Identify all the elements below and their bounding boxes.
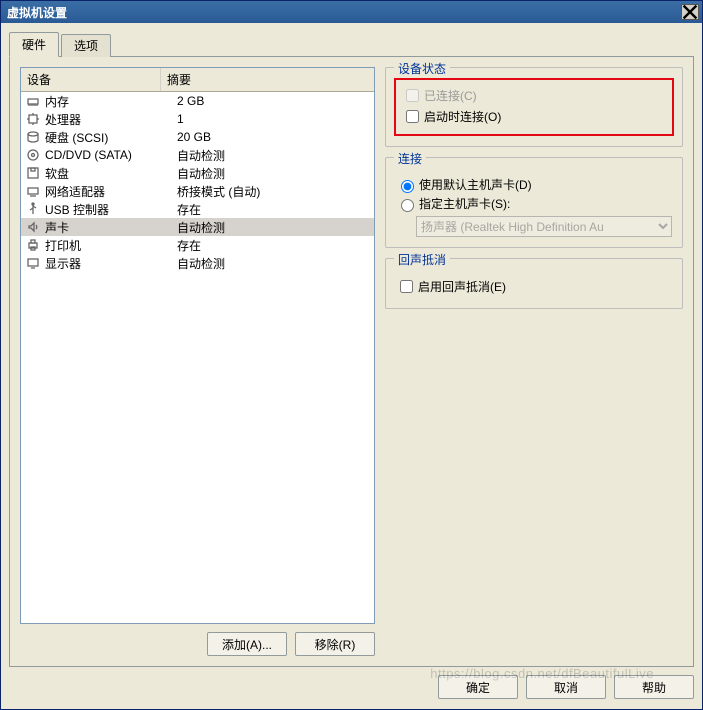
device-name: 显示器	[45, 255, 177, 272]
device-summary: 自动检测	[177, 165, 370, 182]
client-area: 硬件 选项 设备 摘要 内存2 GB处理器1硬盘 (SCSI)20 GBCD/D…	[1, 23, 702, 709]
device-summary: 自动检测	[177, 219, 370, 236]
label-enable-echo: 启用回声抵消(E)	[418, 278, 506, 295]
device-name: 声卡	[45, 219, 177, 236]
sound-card-select-row: 扬声器 (Realtek High Definition Au	[416, 216, 672, 237]
label-connect-at-power: 启动时连接(O)	[424, 108, 501, 125]
window-title: 虚拟机设置	[7, 4, 67, 21]
device-summary: 自动检测	[177, 255, 370, 272]
label-use-default: 使用默认主机声卡(D)	[419, 176, 532, 193]
display-icon	[25, 255, 41, 271]
group-title-connection: 连接	[394, 150, 426, 167]
help-button[interactable]: 帮助	[614, 675, 694, 699]
ok-button[interactable]: 确定	[438, 675, 518, 699]
device-summary: 存在	[177, 237, 370, 254]
footer: https://blog.csdn.net/dfBeautifulLive 确定…	[9, 667, 694, 699]
device-row-disk[interactable]: 硬盘 (SCSI)20 GB	[21, 128, 374, 146]
device-row-floppy[interactable]: 软盘自动检测	[21, 164, 374, 182]
right-column: 设备状态 已连接(C) 启动时连接(O) 连接	[385, 67, 683, 656]
remove-button[interactable]: 移除(R)	[295, 632, 375, 656]
cpu-icon	[25, 111, 41, 127]
device-row-net[interactable]: 网络适配器桥接模式 (自动)	[21, 182, 374, 200]
group-echo: 回声抵消 启用回声抵消(E)	[385, 258, 683, 309]
tab-strip: 硬件 选项	[9, 32, 694, 57]
group-title-echo: 回声抵消	[394, 251, 450, 268]
radio-specify[interactable]	[401, 199, 414, 212]
sound-card-select: 扬声器 (Realtek High Definition Au	[416, 216, 672, 237]
device-name: 网络适配器	[45, 183, 177, 200]
sound-icon	[25, 219, 41, 235]
device-summary: 自动检测	[177, 147, 370, 164]
device-row-usb[interactable]: USB 控制器存在	[21, 200, 374, 218]
device-list-body[interactable]: 内存2 GB处理器1硬盘 (SCSI)20 GBCD/DVD (SATA)自动检…	[21, 92, 374, 623]
radio-specify-row: 指定主机声卡(S):	[396, 195, 672, 212]
vm-settings-window: 虚拟机设置 硬件 选项 设备 摘要 内存2 GB处理器1硬盘 (SCSI)20 …	[0, 0, 703, 710]
net-icon	[25, 183, 41, 199]
device-name: 软盘	[45, 165, 177, 182]
label-specify: 指定主机声卡(S):	[419, 195, 510, 212]
device-list: 设备 摘要 内存2 GB处理器1硬盘 (SCSI)20 GBCD/DVD (SA…	[20, 67, 375, 624]
device-row-cpu[interactable]: 处理器1	[21, 110, 374, 128]
device-row-cd[interactable]: CD/DVD (SATA)自动检测	[21, 146, 374, 164]
group-device-status: 设备状态 已连接(C) 启动时连接(O)	[385, 67, 683, 147]
floppy-icon	[25, 165, 41, 181]
checkbox-connect-at-power-row: 启动时连接(O)	[402, 107, 666, 126]
header-summary: 摘要	[161, 68, 374, 91]
device-summary: 20 GB	[177, 130, 370, 144]
printer-icon	[25, 237, 41, 253]
panel: 设备 摘要 内存2 GB处理器1硬盘 (SCSI)20 GBCD/DVD (SA…	[9, 56, 694, 667]
checkbox-connected	[406, 89, 419, 102]
cancel-button[interactable]: 取消	[526, 675, 606, 699]
device-summary: 桥接模式 (自动)	[177, 183, 370, 200]
label-connected: 已连接(C)	[424, 87, 477, 104]
group-connection: 连接 使用默认主机声卡(D) 指定主机声卡(S): 扬声器 (Realtek H…	[385, 157, 683, 248]
device-row-memory[interactable]: 内存2 GB	[21, 92, 374, 110]
group-title-status: 设备状态	[394, 60, 450, 77]
tab-options[interactable]: 选项	[61, 34, 111, 57]
device-name: 处理器	[45, 111, 177, 128]
device-row-sound[interactable]: 声卡自动检测	[21, 218, 374, 236]
device-summary: 存在	[177, 201, 370, 218]
titlebar: 虚拟机设置	[1, 1, 702, 23]
highlight-annotation: 已连接(C) 启动时连接(O)	[394, 78, 674, 136]
device-summary: 2 GB	[177, 94, 370, 108]
radio-use-default-row: 使用默认主机声卡(D)	[396, 176, 672, 193]
device-name: CD/DVD (SATA)	[45, 148, 177, 162]
left-buttons: 添加(A)... 移除(R)	[20, 632, 375, 656]
header-device: 设备	[21, 68, 161, 91]
disk-icon	[25, 129, 41, 145]
checkbox-connected-row: 已连接(C)	[402, 86, 666, 105]
close-icon	[682, 4, 698, 20]
window-close-button[interactable]	[681, 4, 699, 20]
device-name: 打印机	[45, 237, 177, 254]
cd-icon	[25, 147, 41, 163]
tab-hardware[interactable]: 硬件	[9, 32, 59, 57]
checkbox-connect-at-power[interactable]	[406, 110, 419, 123]
device-name: USB 控制器	[45, 201, 177, 218]
memory-icon	[25, 93, 41, 109]
device-row-display[interactable]: 显示器自动检测	[21, 254, 374, 272]
device-row-printer[interactable]: 打印机存在	[21, 236, 374, 254]
checkbox-enable-echo[interactable]	[400, 280, 413, 293]
checkbox-echo-row: 启用回声抵消(E)	[396, 277, 672, 296]
device-list-header: 设备 摘要	[21, 68, 374, 92]
usb-icon	[25, 201, 41, 217]
device-name: 内存	[45, 93, 177, 110]
radio-use-default[interactable]	[401, 180, 414, 193]
device-summary: 1	[177, 112, 370, 126]
left-column: 设备 摘要 内存2 GB处理器1硬盘 (SCSI)20 GBCD/DVD (SA…	[20, 67, 375, 656]
add-button[interactable]: 添加(A)...	[207, 632, 287, 656]
device-name: 硬盘 (SCSI)	[45, 129, 177, 146]
